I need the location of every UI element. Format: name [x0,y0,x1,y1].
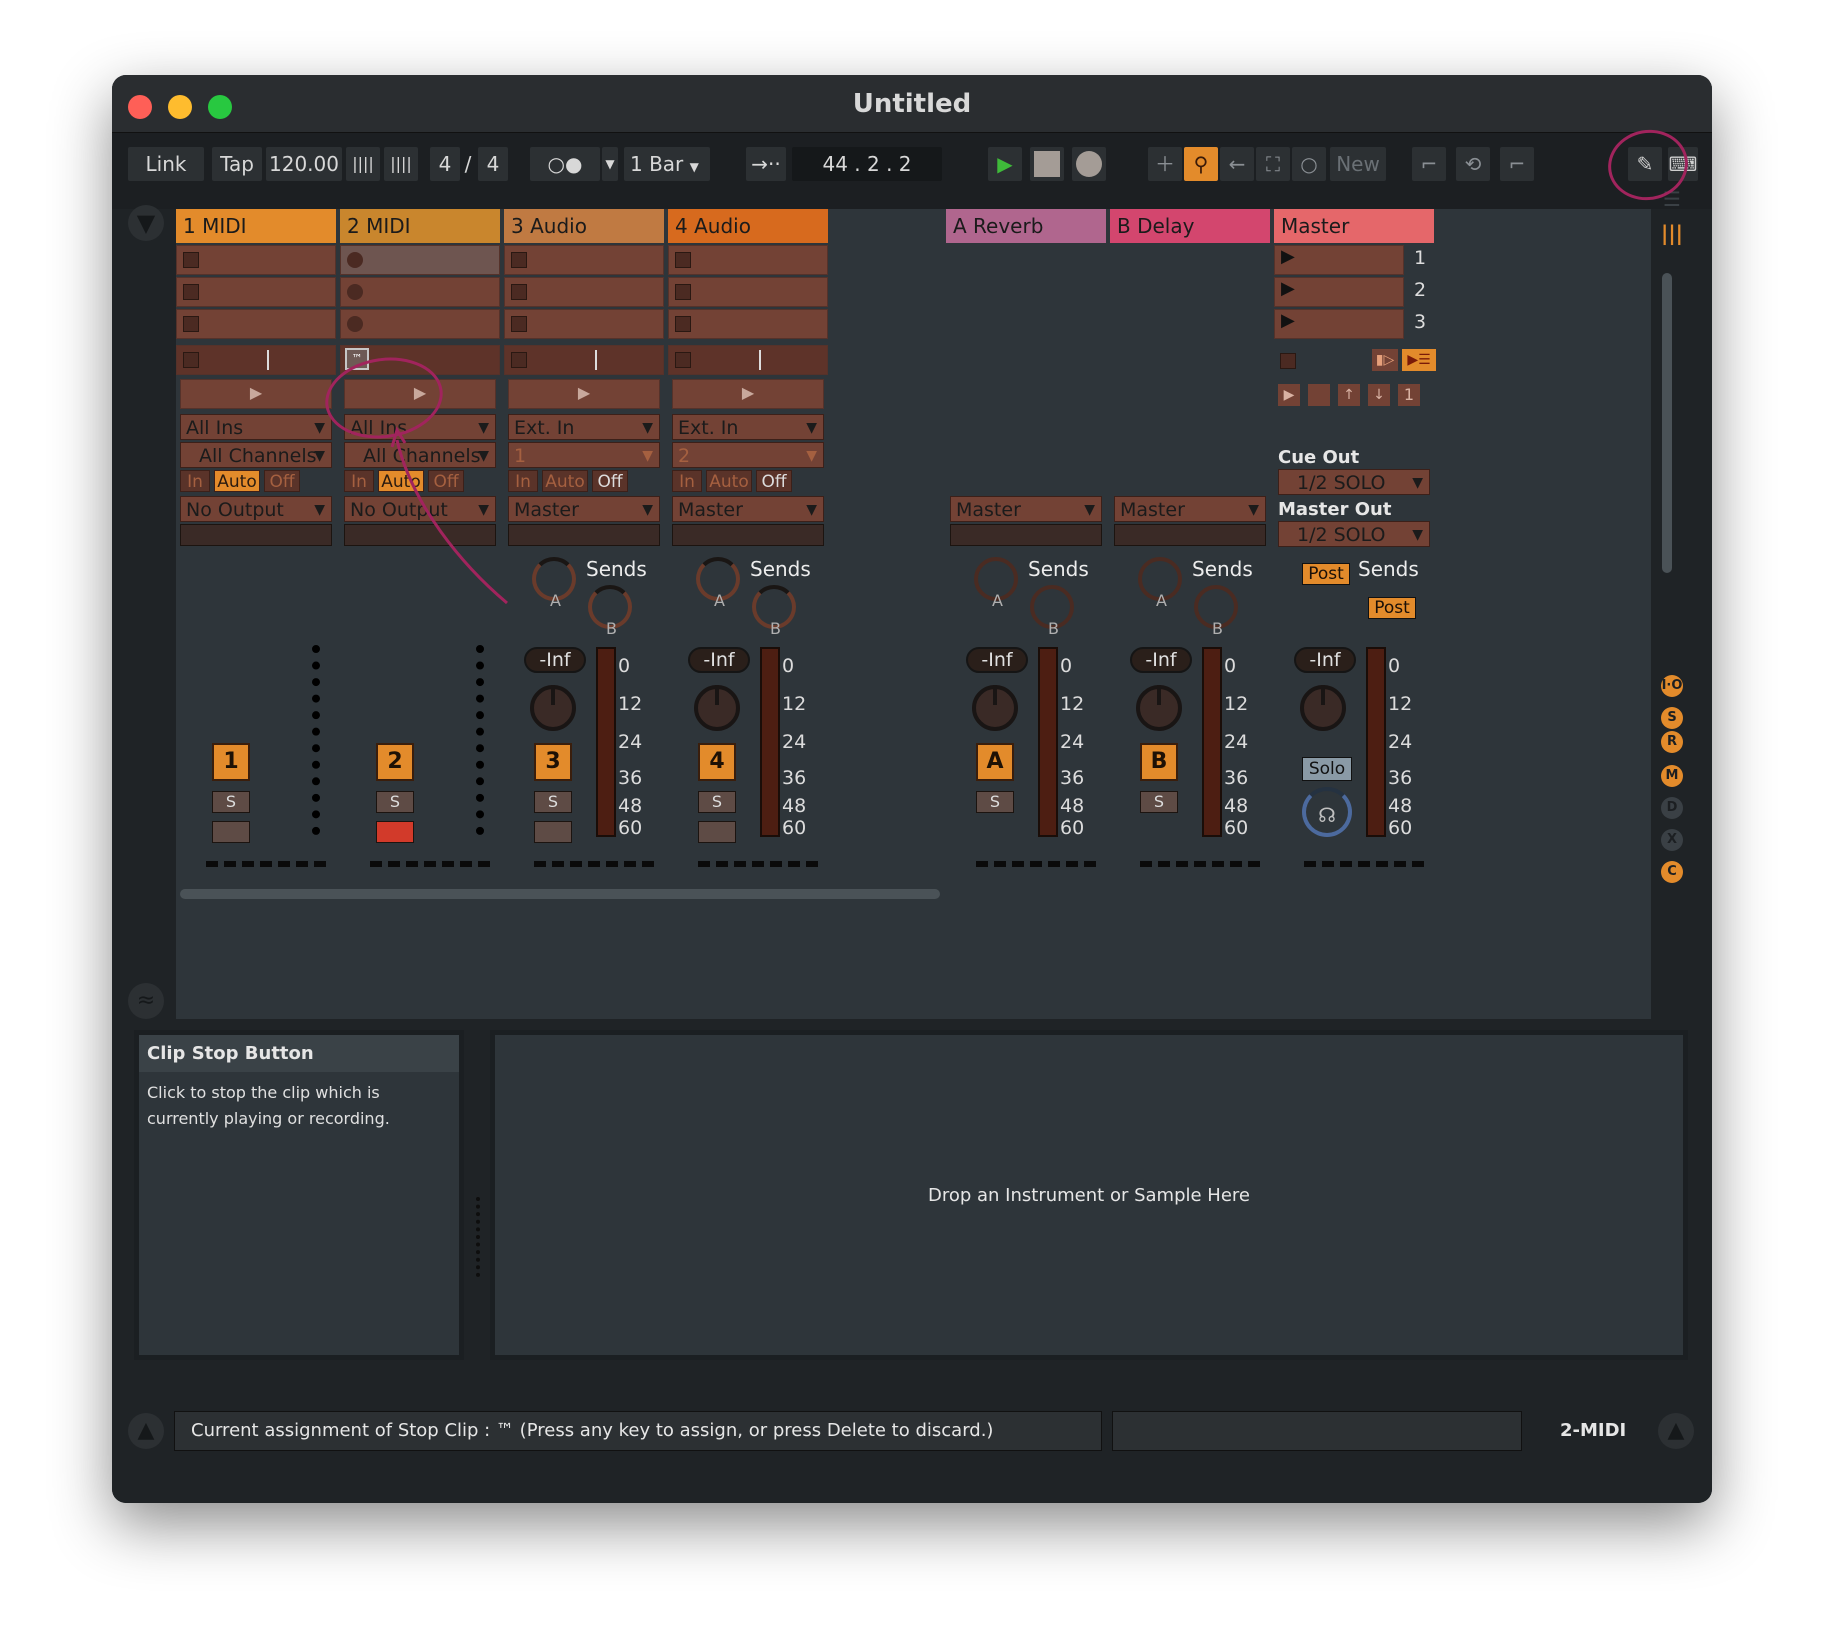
annotation-arrow-line [395,439,508,605]
app-window: Untitled Link Tap 120.00 |||| |||| 4 / 4… [112,75,1712,1503]
annotation-arrow [390,426,508,605]
